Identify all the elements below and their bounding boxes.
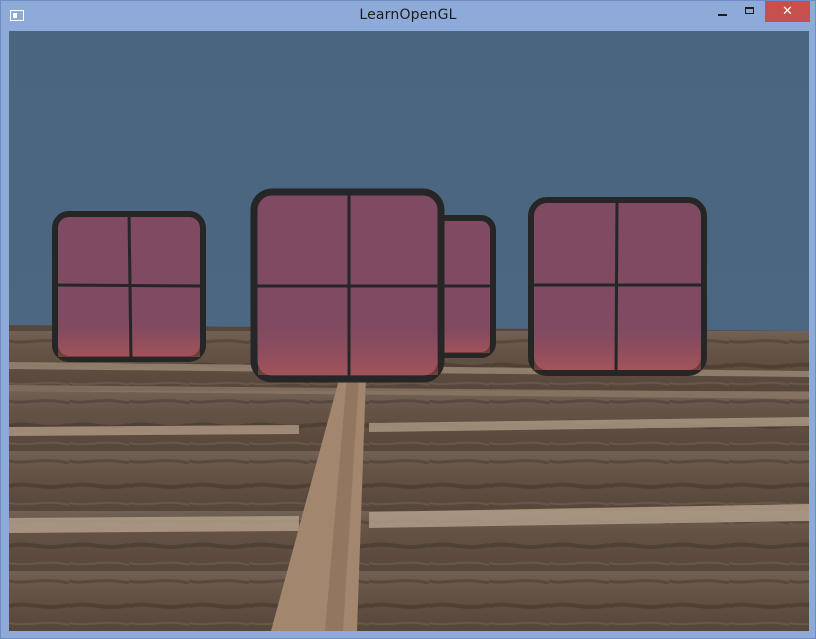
minimize-icon xyxy=(718,13,727,16)
glass-window xyxy=(528,197,707,376)
window-title: LearnOpenGL xyxy=(359,7,457,23)
maximize-button[interactable] xyxy=(736,1,763,22)
maximize-icon xyxy=(745,7,754,14)
opengl-viewport[interactable] xyxy=(9,31,809,631)
close-button[interactable]: ✕ xyxy=(765,1,810,22)
minimize-button[interactable] xyxy=(709,1,736,22)
close-icon: ✕ xyxy=(782,4,793,19)
floor-beam xyxy=(9,516,299,533)
glass-window xyxy=(52,211,206,362)
glass-window xyxy=(250,188,445,383)
title-bar[interactable]: LearnOpenGL ✕ xyxy=(1,1,815,31)
rendered-scene xyxy=(9,31,809,631)
app-window: LearnOpenGL ✕ xyxy=(0,0,816,639)
